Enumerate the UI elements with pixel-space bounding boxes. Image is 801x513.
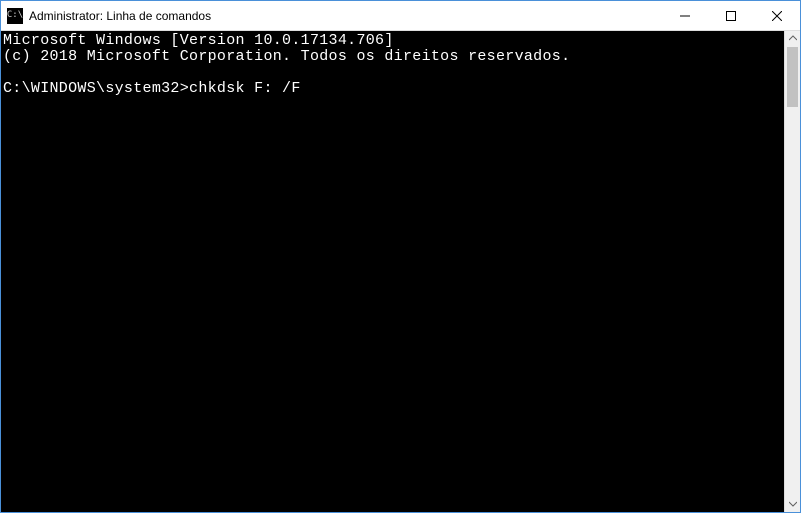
minimize-button[interactable] bbox=[662, 1, 708, 30]
chevron-up-icon bbox=[789, 35, 797, 43]
version-line: Microsoft Windows [Version 10.0.17134.70… bbox=[3, 32, 394, 49]
window-controls bbox=[662, 1, 800, 30]
minimize-icon bbox=[680, 11, 690, 21]
prompt-text: C:\WINDOWS\system32> bbox=[3, 80, 189, 97]
cmd-icon-glyph: C:\ bbox=[7, 11, 23, 20]
maximize-button[interactable] bbox=[708, 1, 754, 30]
scroll-down-button[interactable] bbox=[785, 496, 800, 512]
terminal-output[interactable]: Microsoft Windows [Version 10.0.17134.70… bbox=[1, 31, 784, 512]
content-area: Microsoft Windows [Version 10.0.17134.70… bbox=[1, 31, 800, 512]
maximize-icon bbox=[726, 11, 736, 21]
close-icon bbox=[772, 11, 782, 21]
scroll-thumb[interactable] bbox=[787, 47, 798, 107]
window-title: Administrator: Linha de comandos bbox=[29, 9, 662, 23]
cmd-icon: C:\ bbox=[7, 8, 23, 24]
scroll-up-button[interactable] bbox=[785, 31, 800, 47]
close-button[interactable] bbox=[754, 1, 800, 30]
command-prompt-window: C:\ Administrator: Linha de comandos bbox=[0, 0, 801, 513]
titlebar[interactable]: C:\ Administrator: Linha de comandos bbox=[1, 1, 800, 31]
vertical-scrollbar[interactable] bbox=[784, 31, 800, 512]
chevron-down-icon bbox=[789, 500, 797, 508]
scroll-track[interactable] bbox=[785, 47, 800, 496]
copyright-line: (c) 2018 Microsoft Corporation. Todos os… bbox=[3, 48, 570, 65]
command-text: chkdsk F: /F bbox=[189, 80, 301, 97]
